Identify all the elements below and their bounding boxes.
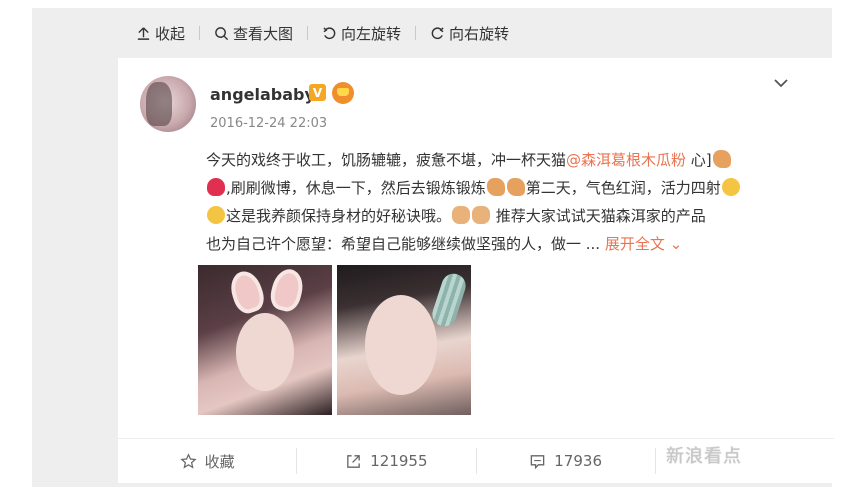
scared-emoji-icon	[207, 206, 225, 224]
bunny-ear-left	[226, 267, 268, 317]
toolbar-divider	[415, 26, 417, 40]
post-text-line2-end: 第二天，气色红润，活力四射	[525, 179, 721, 197]
repost-count: 121955	[370, 452, 428, 470]
toolbar-divider	[307, 26, 309, 40]
view-large-button[interactable]: 查看大图	[214, 23, 293, 44]
watermark: 新浪看点	[666, 446, 742, 467]
comment-button[interactable]: 17936	[475, 448, 655, 474]
weibo-post-card: angelababy V 2016-12-24 22:03 今天的戏终于收工，饥…	[118, 58, 834, 483]
muscle-emoji-icon	[506, 178, 525, 196]
avatar-hair	[146, 82, 172, 126]
rotate-left-icon	[323, 26, 336, 39]
image-toolbar: 收起 查看大图 向左旋转 向右旋转	[136, 16, 509, 50]
username[interactable]: angelababy	[210, 85, 315, 104]
mention-link[interactable]: @森洱葛根木瓜粉	[566, 151, 686, 169]
post-text-line3-end: 推荐大家试试天猫森洱家的产品	[491, 207, 706, 225]
verified-badge-icon: V	[309, 84, 326, 101]
post-text-line3: 这是我养颜保持身材的好秘诀哦。	[226, 207, 452, 225]
favorite-button[interactable]: 收藏	[118, 448, 296, 474]
post-photo-1[interactable]	[198, 265, 332, 415]
comment-count: 17936	[554, 452, 602, 470]
post-timestamp[interactable]: 2016-12-24 22:03	[210, 116, 327, 131]
comment-icon	[530, 454, 545, 469]
search-icon	[215, 26, 229, 40]
collapse-up-icon	[137, 26, 150, 40]
post-text-line4: 也为自己许个愿望：希望自己能够继续做坚强的人，做一 ...	[206, 235, 605, 253]
collapse-button[interactable]: 收起	[136, 23, 185, 44]
toolbar-divider	[199, 26, 201, 40]
muscle-emoji-icon	[486, 178, 505, 196]
heart-emoji-icon	[207, 178, 225, 196]
rotate-right-label: 向右旋转	[449, 24, 510, 43]
view-large-label: 查看大图	[233, 24, 294, 43]
face-shape	[365, 295, 437, 395]
bunny-ear-right	[267, 265, 307, 315]
expand-full-text-link[interactable]: 展开全文	[605, 235, 665, 253]
repost-button[interactable]: 121955	[296, 448, 475, 474]
post-text-line1-end: 心]	[686, 151, 712, 169]
muscle-emoji-icon	[712, 150, 731, 168]
chevron-down-icon[interactable]	[772, 74, 790, 92]
rotate-left-label: 向左旋转	[341, 24, 402, 43]
victory-emoji-icon	[472, 206, 491, 224]
share-icon	[347, 454, 361, 468]
victory-emoji-icon	[452, 206, 471, 224]
post-text-line2: ,刷刷微博，休息一下，然后去锻炼锻炼	[226, 179, 486, 197]
star-icon	[179, 452, 197, 469]
scared-emoji-icon	[721, 178, 740, 196]
face-shape	[236, 313, 294, 391]
post-text: 今天的戏终于收工，饥肠辘辘，疲惫不堪，冲一杯天猫@森洱葛根木瓜粉 心] ,刷刷微…	[206, 146, 806, 258]
rotate-right-icon	[431, 26, 444, 39]
post-text-line1: 今天的戏终于收工，饥肠辘辘，疲惫不堪，冲一杯天猫	[206, 151, 567, 169]
member-crown-icon	[332, 82, 354, 104]
rotate-right-button[interactable]: 向右旋转	[430, 23, 509, 44]
favorite-label: 收藏	[204, 452, 235, 471]
post-photo-2[interactable]	[337, 265, 471, 415]
hair-clip	[429, 270, 469, 330]
chevron-down-icon[interactable]: ⌄	[665, 235, 683, 253]
avatar[interactable]	[140, 76, 196, 132]
rotate-left-button[interactable]: 向左旋转	[322, 23, 401, 44]
collapse-label: 收起	[155, 24, 186, 43]
